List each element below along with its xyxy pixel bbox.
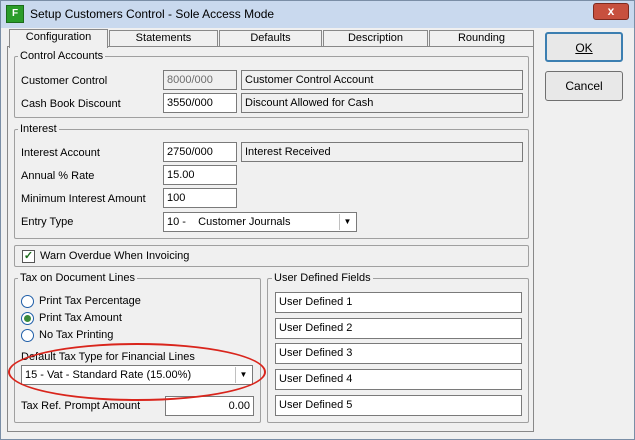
customer-control-code-field: 8000/000: [163, 70, 237, 90]
annual-rate-field[interactable]: 15.00: [163, 165, 237, 185]
print-tax-amount-radio[interactable]: [21, 312, 34, 325]
tab-defaults[interactable]: Defaults: [219, 30, 322, 47]
tax-title: Tax on Document Lines: [18, 272, 137, 284]
chevron-down-icon[interactable]: ▼: [339, 214, 355, 230]
user-defined-field-2[interactable]: User Defined 2: [275, 318, 522, 339]
tab-rounding[interactable]: Rounding: [429, 30, 534, 47]
cash-book-discount-desc: Discount Allowed for Cash: [241, 93, 523, 113]
customer-control-label: Customer Control: [21, 75, 108, 87]
no-tax-printing-radio[interactable]: [21, 329, 34, 342]
cancel-button[interactable]: Cancel: [545, 71, 623, 101]
interest-account-label: Interest Account: [21, 147, 100, 159]
interest-account-code-field[interactable]: 2750/000: [163, 142, 237, 162]
cash-book-discount-label: Cash Book Discount: [21, 98, 121, 110]
user-defined-field-4[interactable]: User Defined 4: [275, 369, 522, 390]
red-highlight-ellipse: [8, 343, 266, 401]
user-defined-field-1[interactable]: User Defined 1: [275, 292, 522, 313]
control-accounts-title: Control Accounts: [18, 50, 106, 62]
print-tax-percentage-label: Print Tax Percentage: [39, 295, 141, 307]
annual-rate-label: Annual % Rate: [21, 170, 95, 182]
interest-account-desc: Interest Received: [241, 142, 523, 162]
tax-ref-prompt-label: Tax Ref. Prompt Amount: [21, 400, 141, 412]
warn-overdue-checkbox[interactable]: ✓: [22, 250, 35, 263]
app-icon: F: [6, 5, 24, 23]
no-tax-printing-label: No Tax Printing: [39, 329, 114, 341]
window-title: Setup Customers Control - Sole Access Mo…: [30, 7, 275, 21]
cash-book-discount-code-field[interactable]: 3550/000: [163, 93, 237, 113]
close-button[interactable]: x: [593, 3, 629, 20]
tab-statements[interactable]: Statements: [109, 30, 218, 47]
ok-button[interactable]: OK: [545, 32, 623, 62]
user-defined-title: User Defined Fields: [272, 272, 373, 284]
entry-type-select[interactable]: 10 - Customer Journals ▼: [163, 212, 357, 232]
entry-type-label: Entry Type: [21, 216, 74, 228]
tab-description[interactable]: Description: [323, 30, 428, 47]
customer-control-desc: Customer Control Account: [241, 70, 523, 90]
user-defined-field-3[interactable]: User Defined 3: [275, 343, 522, 364]
tab-configuration[interactable]: Configuration: [9, 29, 108, 48]
interest-title: Interest: [18, 123, 59, 135]
min-interest-amount-label: Minimum Interest Amount: [21, 193, 146, 205]
warn-overdue-label: Warn Overdue When Invoicing: [40, 250, 190, 262]
user-defined-field-5[interactable]: User Defined 5: [275, 395, 522, 416]
print-tax-percentage-radio[interactable]: [21, 295, 34, 308]
print-tax-amount-label: Print Tax Amount: [39, 312, 122, 324]
entry-type-value: 10 - Customer Journals: [167, 216, 291, 228]
ok-button-label: OK: [575, 41, 593, 55]
min-interest-amount-field[interactable]: 100: [163, 188, 237, 208]
